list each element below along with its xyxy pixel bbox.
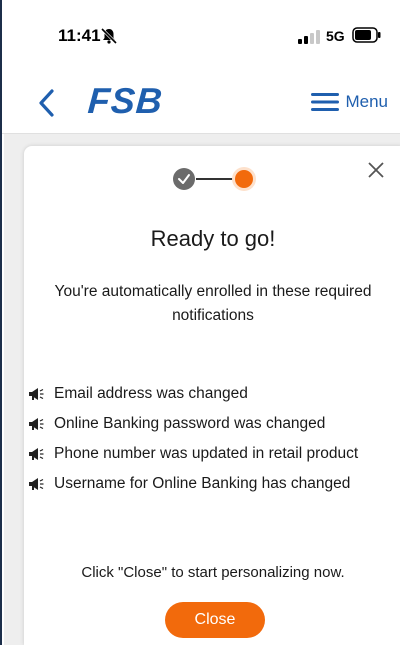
battery-icon <box>352 27 381 43</box>
list-item: Email address was changed <box>14 382 400 406</box>
brand-logo: FSB <box>86 80 165 121</box>
status-time: 11:41 <box>58 26 101 45</box>
megaphone-icon <box>29 448 44 460</box>
signal-bars-icon <box>298 30 320 44</box>
bell-slash-icon <box>100 27 118 45</box>
notification-label: Username for Online Banking has changed <box>54 475 351 492</box>
modal-title: Ready to go! <box>150 226 276 251</box>
notification-label: Phone number was updated in retail produ… <box>54 445 359 462</box>
list-item: Phone number was updated in retail produ… <box>14 442 400 466</box>
app-header: FSB Menu <box>2 70 400 134</box>
menu-button[interactable]: Menu <box>311 90 388 114</box>
status-bar: 11:41 5G <box>2 0 400 70</box>
list-item: Online Banking password was changed <box>14 412 400 436</box>
step-2-current <box>232 167 256 191</box>
modal-subtitle: You're automatically enrolled in these r… <box>54 283 372 324</box>
enrollment-modal: Ready to go! You're automatically enroll… <box>24 146 400 645</box>
notification-list: Email address was changed Online Banking… <box>24 382 400 502</box>
menu-label: Menu <box>345 92 388 111</box>
progress-stepper <box>173 167 256 191</box>
list-item: Username for Online Banking has changed <box>14 472 400 496</box>
step-1-complete <box>173 168 195 190</box>
megaphone-icon <box>29 478 44 490</box>
network-label: 5G <box>326 28 345 44</box>
notification-label: Email address was changed <box>54 385 248 402</box>
close-x-icon[interactable] <box>366 160 386 180</box>
megaphone-icon <box>29 418 44 430</box>
notification-label: Online Banking password was changed <box>54 415 326 432</box>
hamburger-icon <box>311 93 340 111</box>
chevron-left-icon[interactable] <box>36 88 58 118</box>
close-button[interactable]: Close <box>165 602 265 638</box>
app-frame: 11:41 5G FSB Menu Ready to go! You're au… <box>0 0 400 645</box>
hint-text: Click "Close" to start personalizing now… <box>81 564 345 581</box>
megaphone-icon <box>29 388 44 400</box>
